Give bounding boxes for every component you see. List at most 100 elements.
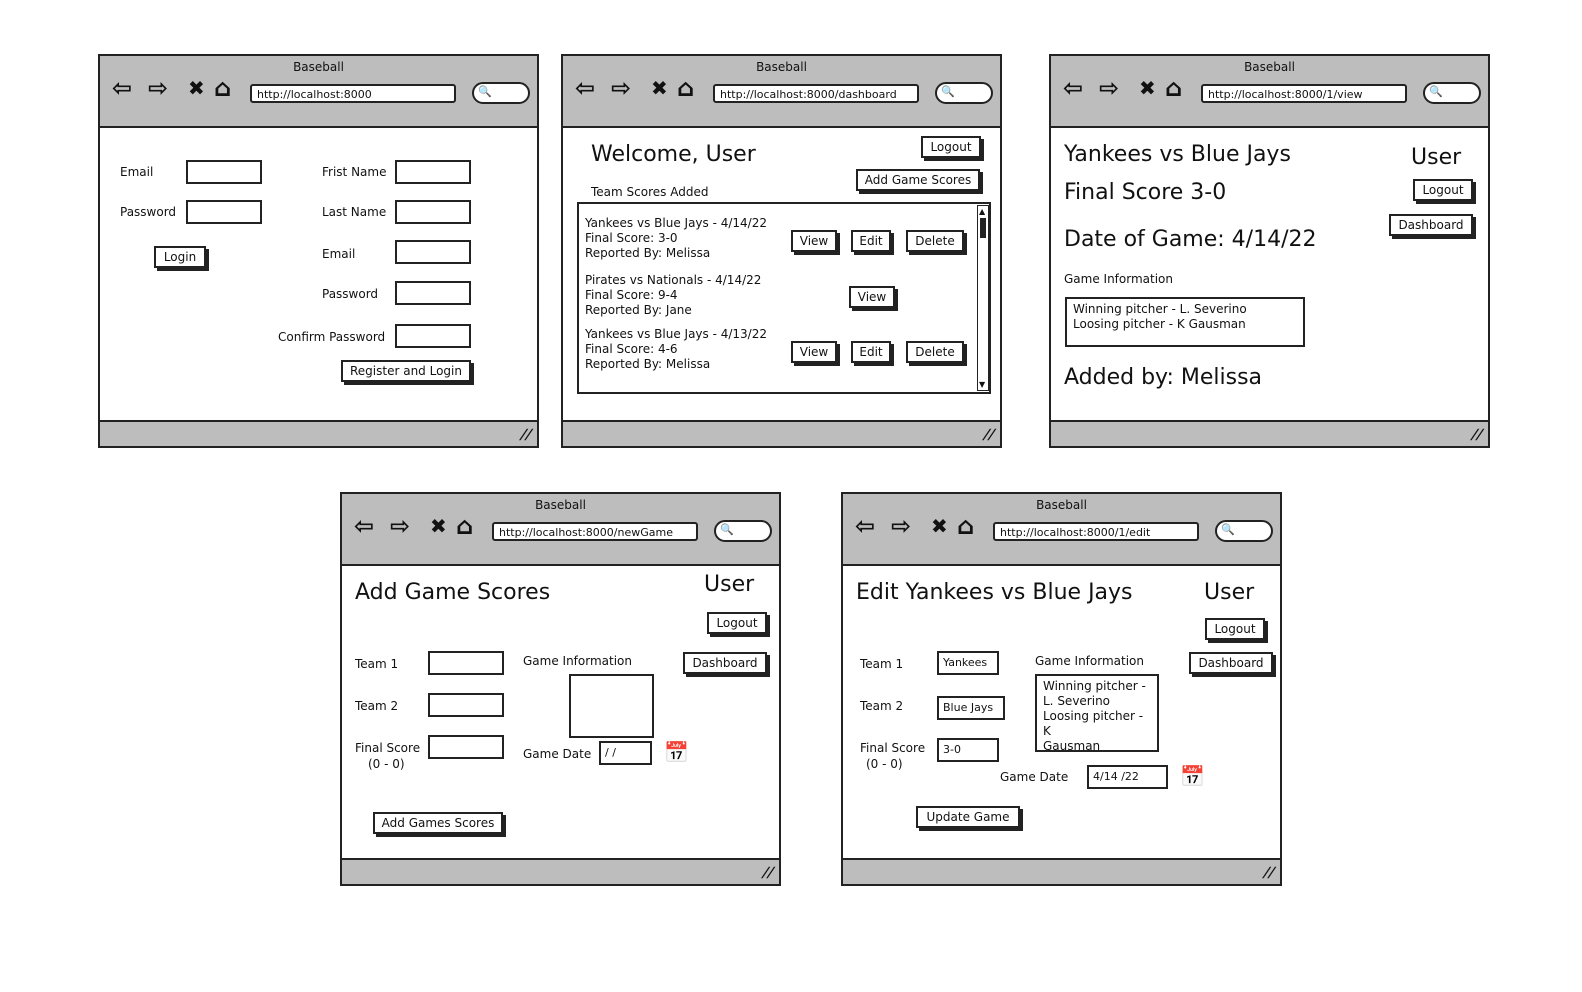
view-button[interactable]: View (791, 230, 837, 252)
scroll-down-icon[interactable]: ▼ (979, 380, 985, 389)
last-name-field[interactable] (395, 200, 471, 224)
first-name-field[interactable] (395, 160, 471, 184)
dashboard-button[interactable]: Dashboard (1389, 214, 1473, 236)
url-bar[interactable]: http://localhost:8000/1/view (1201, 84, 1407, 103)
email-label: Email (120, 165, 154, 179)
window-title: Baseball (535, 498, 586, 512)
logout-button[interactable]: Logout (707, 612, 767, 634)
game-info-textarea[interactable]: Winning pitcher - L. Severino Loosing pi… (1035, 674, 1159, 753)
home-icon[interactable]: ⌂ (957, 514, 974, 538)
game-date-label: Game Date (523, 747, 592, 761)
calendar-icon[interactable]: 📅 (1180, 764, 1205, 788)
confirm-password-field[interactable] (395, 324, 471, 348)
back-icon[interactable]: ⇦ (112, 76, 132, 100)
back-icon[interactable]: ⇦ (575, 76, 595, 100)
view-button[interactable]: View (791, 341, 837, 363)
stop-icon[interactable]: ✖ (1139, 76, 1156, 100)
search-field[interactable]: 🔍 (1215, 520, 1273, 542)
reg-email-field[interactable] (395, 240, 471, 264)
url-bar[interactable]: http://localhost:8000 (250, 84, 456, 103)
dashboard-button[interactable]: Dashboard (683, 652, 767, 674)
scroll-thumb[interactable] (980, 218, 986, 238)
game-info-line: Winning pitcher - L. Severino (1073, 302, 1247, 316)
forward-icon[interactable]: ⇨ (390, 514, 410, 538)
update-game-button[interactable]: Update Game (916, 806, 1020, 828)
edit-button[interactable]: Edit (851, 341, 891, 363)
login-button[interactable]: Login (154, 246, 206, 268)
view-window: Baseball ⇦ ⇨ ✖ ⌂ http://localhost:8000/1… (1049, 54, 1490, 448)
list-item: Pirates vs Nationals - 4/14/22 Final Sco… (585, 273, 761, 318)
password-field[interactable] (186, 200, 262, 224)
stop-icon[interactable]: ✖ (188, 76, 205, 100)
forward-icon[interactable]: ⇨ (1099, 76, 1119, 100)
search-field[interactable]: 🔍 (1423, 82, 1481, 104)
browser-chrome: Baseball ⇦ ⇨ ✖ ⌂ http://localhost:8000/n… (342, 494, 779, 566)
back-icon[interactable]: ⇦ (1063, 76, 1083, 100)
edit-button[interactable]: Edit (851, 230, 891, 252)
url-bar[interactable]: http://localhost:8000/dashboard (713, 84, 919, 103)
search-icon: 🔍 (478, 85, 492, 98)
final-score-field[interactable]: 3-0 (937, 738, 999, 762)
resize-grip-icon[interactable]: // (1261, 865, 1277, 881)
back-icon[interactable]: ⇦ (855, 514, 875, 538)
home-icon[interactable]: ⌂ (677, 76, 694, 100)
view-button[interactable]: View (849, 286, 895, 308)
search-icon: 🔍 (1221, 523, 1235, 536)
reg-password-field[interactable] (395, 281, 471, 305)
forward-icon[interactable]: ⇨ (891, 514, 911, 538)
final-score-field[interactable] (428, 735, 504, 759)
game-reporter: Reported By: Melissa (585, 357, 711, 371)
search-field[interactable]: 🔍 (935, 82, 993, 104)
status-bar: // (563, 420, 1000, 446)
scores-list[interactable]: Yankees vs Blue Jays - 4/14/22 Final Sco… (577, 202, 991, 394)
add-game-scores-button[interactable]: Add Game Scores (856, 169, 980, 191)
back-icon[interactable]: ⇦ (354, 514, 374, 538)
stop-icon[interactable]: ✖ (931, 514, 948, 538)
url-bar[interactable]: http://localhost:8000/1/edit (993, 522, 1199, 541)
register-button[interactable]: Register and Login (341, 360, 471, 382)
dashboard-button[interactable]: Dashboard (1189, 652, 1273, 674)
game-reporter: Reported By: Jane (585, 303, 692, 317)
search-field[interactable]: 🔍 (714, 520, 772, 542)
login-window: Baseball ⇦ ⇨ ✖ ⌂ http://localhost:8000 🔍… (98, 54, 539, 448)
forward-icon[interactable]: ⇨ (611, 76, 631, 100)
stop-icon[interactable]: ✖ (430, 514, 447, 538)
game-date-field[interactable]: 4/14 /22 (1087, 765, 1168, 789)
team1-field[interactable]: Yankees (937, 651, 999, 675)
list-heading: Team Scores Added (591, 185, 709, 199)
logout-button[interactable]: Logout (1413, 179, 1473, 201)
team1-field[interactable] (428, 651, 504, 675)
email-field[interactable] (186, 160, 262, 184)
add-games-scores-button[interactable]: Add Games Scores (373, 812, 503, 834)
window-title: Baseball (756, 60, 807, 74)
logout-button[interactable]: Logout (1205, 618, 1265, 640)
home-icon[interactable]: ⌂ (214, 76, 231, 100)
team2-field[interactable] (428, 693, 504, 717)
browser-chrome: Baseball ⇦ ⇨ ✖ ⌂ http://localhost:8000/1… (843, 494, 1280, 566)
window-title: Baseball (293, 60, 344, 74)
browser-chrome: Baseball ⇦ ⇨ ✖ ⌂ http://localhost:8000/d… (563, 56, 1000, 128)
delete-button[interactable]: Delete (906, 230, 964, 252)
resize-grip-icon[interactable]: // (981, 427, 997, 443)
calendar-icon[interactable]: 📅 (664, 740, 689, 764)
team1-label: Team 1 (355, 657, 399, 671)
final-score-hint: (0 - 0) (866, 757, 903, 771)
delete-button[interactable]: Delete (906, 341, 964, 363)
game-date-field[interactable]: / / (599, 741, 652, 765)
game-title: Yankees vs Blue Jays - 4/13/22 (585, 327, 767, 341)
resize-grip-icon[interactable]: // (760, 865, 776, 881)
resize-grip-icon[interactable]: // (518, 427, 534, 443)
stop-icon[interactable]: ✖ (651, 76, 668, 100)
scrollbar[interactable]: ▲ ▼ (977, 205, 989, 391)
search-field[interactable]: 🔍 (472, 82, 530, 104)
game-info-textarea[interactable] (569, 674, 654, 738)
url-bar[interactable]: http://localhost:8000/newGame (492, 522, 698, 541)
team2-field[interactable]: Blue Jays (937, 696, 1005, 720)
logout-button[interactable]: Logout (921, 136, 981, 158)
home-icon[interactable]: ⌂ (1165, 76, 1182, 100)
resize-grip-icon[interactable]: // (1469, 427, 1485, 443)
forward-icon[interactable]: ⇨ (148, 76, 168, 100)
home-icon[interactable]: ⌂ (456, 514, 473, 538)
scroll-up-icon[interactable]: ▲ (979, 207, 985, 216)
list-item: Yankees vs Blue Jays - 4/14/22 Final Sco… (585, 216, 767, 261)
